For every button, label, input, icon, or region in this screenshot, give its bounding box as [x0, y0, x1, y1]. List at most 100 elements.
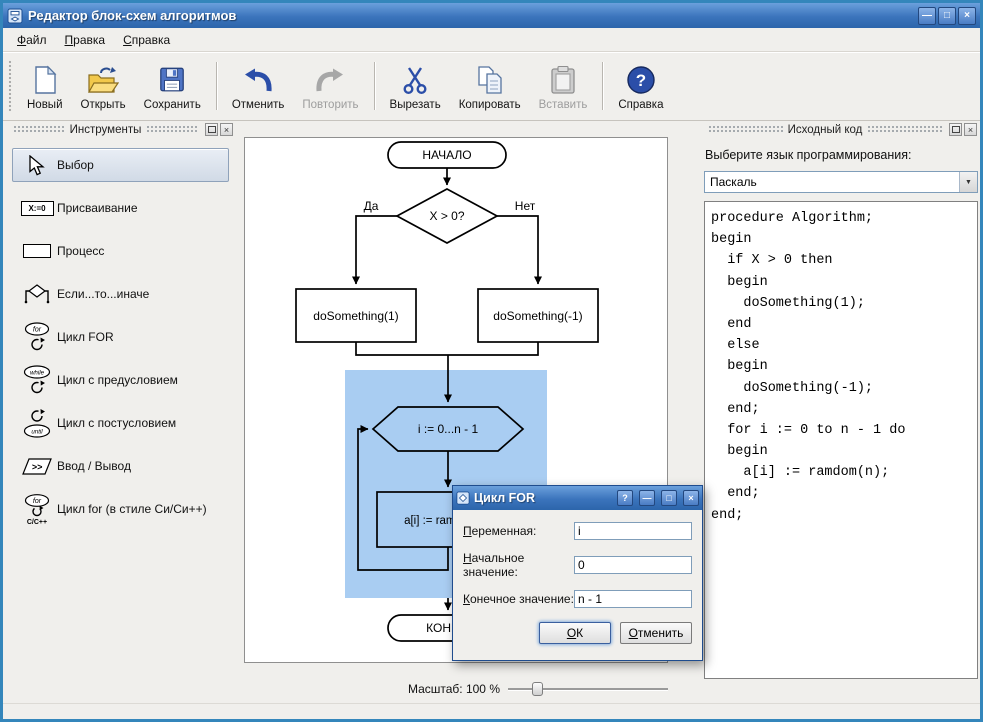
- zoom-slider-handle[interactable]: [532, 682, 543, 696]
- toolbar-separator: [602, 62, 604, 110]
- svg-text:?: ?: [636, 71, 646, 90]
- ok-button[interactable]: ОК: [539, 622, 611, 644]
- close-panel-button[interactable]: ×: [964, 123, 977, 136]
- copy-icon: [475, 64, 505, 96]
- zoom-control: Масштаб: 100 %: [244, 679, 668, 699]
- svg-text:until: until: [31, 428, 43, 435]
- dock-grip: [146, 125, 198, 134]
- cut-button[interactable]: Вырезать: [381, 60, 450, 113]
- maximize-button[interactable]: □: [938, 6, 956, 25]
- app-window: Редактор блок-схем алгоритмов — □ × Файл…: [0, 0, 983, 722]
- variable-label: Переменная:: [463, 524, 537, 538]
- statusbar: [3, 703, 980, 719]
- copy-button[interactable]: Копировать: [450, 60, 530, 113]
- tools-panel: Инструменты × Выбор X:=0 Присваивание Пр…: [5, 121, 236, 697]
- tools-panel-title: Инструменты: [69, 123, 142, 136]
- zoom-label: Масштаб: 100 %: [407, 682, 500, 696]
- help-icon: ?: [626, 64, 656, 96]
- titlebar[interactable]: Редактор блок-схем алгоритмов — □ ×: [3, 3, 980, 28]
- variable-input[interactable]: [574, 522, 692, 540]
- help-button[interactable]: ? Справка: [609, 60, 672, 113]
- tools-panel-header[interactable]: Инструменты ×: [5, 121, 236, 138]
- menu-file[interactable]: Файл: [9, 30, 55, 50]
- source-panel: Исходный код × Выберите язык программиро…: [700, 121, 980, 697]
- paste-button: Вставить: [530, 60, 597, 113]
- start-value-input[interactable]: [574, 556, 692, 574]
- end-value-input[interactable]: [574, 590, 692, 608]
- svg-text:C/C++: C/C++: [27, 519, 47, 525]
- menubar: Файл Правка Справка: [3, 28, 980, 52]
- open-button[interactable]: Открыть: [72, 60, 135, 113]
- tool-list: Выбор X:=0 Присваивание Процесс Если...т…: [5, 138, 236, 536]
- toolbar-separator: [373, 62, 375, 110]
- paste-clipboard-icon: [549, 64, 577, 96]
- cursor-icon: [17, 154, 57, 176]
- tool-if-else[interactable]: Если...то...иначе: [12, 277, 229, 311]
- save-button[interactable]: Сохранить: [135, 60, 210, 113]
- svg-text:for: for: [33, 327, 42, 334]
- dialog-body: Переменная: Начальное значение: Конечное…: [453, 510, 702, 652]
- new-button[interactable]: Новый: [18, 60, 72, 113]
- tool-until-loop[interactable]: until Цикл с постусловием: [12, 406, 229, 440]
- tool-select[interactable]: Выбор: [12, 148, 229, 182]
- for-loop-icon: for: [17, 322, 57, 352]
- end-value-label: Конечное значение:: [463, 592, 574, 606]
- window-title: Редактор блок-схем алгоритмов: [28, 8, 237, 23]
- tool-io[interactable]: >> Ввод / Вывод: [12, 449, 229, 483]
- branch-yes-label: Да: [364, 199, 379, 213]
- source-panel-title: Исходный код: [787, 123, 863, 136]
- dialog-minimize-button[interactable]: —: [639, 490, 655, 506]
- c-for-loop-icon: for C/C++: [17, 493, 57, 525]
- app-icon: [7, 8, 23, 24]
- new-document-icon: [31, 64, 59, 96]
- start-value-label: Начальное значение:: [463, 551, 525, 579]
- cancel-button[interactable]: Отменить: [620, 622, 692, 644]
- process-icon: [17, 244, 57, 258]
- then-node-label: doSomething(1): [313, 309, 398, 323]
- io-icon: >>: [17, 457, 57, 475]
- svg-text:>>: >>: [32, 462, 43, 472]
- start-node-label: НАЧАЛО: [422, 148, 471, 162]
- redo-button: Повторить: [293, 60, 367, 113]
- menu-help[interactable]: Справка: [115, 30, 178, 50]
- while-loop-icon: while: [17, 365, 57, 395]
- source-panel-body: Выберите язык программирования: Паскаль …: [700, 138, 980, 679]
- dialog-icon: [456, 491, 470, 505]
- branch-no-label: Нет: [515, 199, 536, 213]
- undo-button[interactable]: Отменить: [223, 60, 294, 113]
- close-button[interactable]: ×: [958, 6, 976, 25]
- open-folder-icon: [87, 64, 120, 96]
- tool-while-loop[interactable]: while Цикл с предусловием: [12, 363, 229, 397]
- language-select[interactable]: Паскаль ▼: [704, 171, 978, 193]
- dialog-close-button[interactable]: ×: [683, 490, 699, 506]
- assignment-icon: X:=0: [17, 200, 57, 216]
- condition-label: X > 0?: [429, 209, 464, 223]
- tool-assignment[interactable]: X:=0 Присваивание: [12, 191, 229, 225]
- save-disk-icon: [158, 64, 186, 96]
- tool-for-loop[interactable]: for Цикл FOR: [12, 320, 229, 354]
- if-else-icon: [17, 284, 57, 304]
- menu-edit[interactable]: Правка: [57, 30, 114, 50]
- dock-grip: [708, 125, 783, 134]
- source-panel-header[interactable]: Исходный код ×: [700, 121, 980, 138]
- chevron-down-icon[interactable]: ▼: [959, 172, 977, 192]
- toolbar-separator: [215, 62, 217, 110]
- else-node-label: doSomething(-1): [493, 309, 582, 323]
- dialog-title: Цикл FOR: [474, 491, 536, 505]
- for-loop-label: i := 0...n - 1: [418, 422, 479, 436]
- svg-text:for: for: [33, 498, 42, 505]
- zoom-slider[interactable]: [508, 682, 668, 696]
- float-panel-button[interactable]: [205, 123, 218, 136]
- toolbar-handle[interactable]: [8, 60, 13, 112]
- float-panel-button[interactable]: [949, 123, 962, 136]
- dialog-titlebar[interactable]: Цикл FOR ? — □ ×: [453, 486, 702, 510]
- tool-c-for-loop[interactable]: for C/C++ Цикл for (в стиле Си/Си++): [12, 492, 229, 526]
- close-panel-button[interactable]: ×: [220, 123, 233, 136]
- dialog-maximize-button[interactable]: □: [661, 490, 677, 506]
- source-code-view[interactable]: procedure Algorithm; begin if X > 0 then…: [704, 201, 978, 679]
- dialog-help-button[interactable]: ?: [617, 490, 633, 506]
- tool-process[interactable]: Процесс: [12, 234, 229, 268]
- minimize-button[interactable]: —: [918, 6, 936, 25]
- language-value: Паскаль: [710, 175, 757, 189]
- redo-icon: [314, 64, 346, 96]
